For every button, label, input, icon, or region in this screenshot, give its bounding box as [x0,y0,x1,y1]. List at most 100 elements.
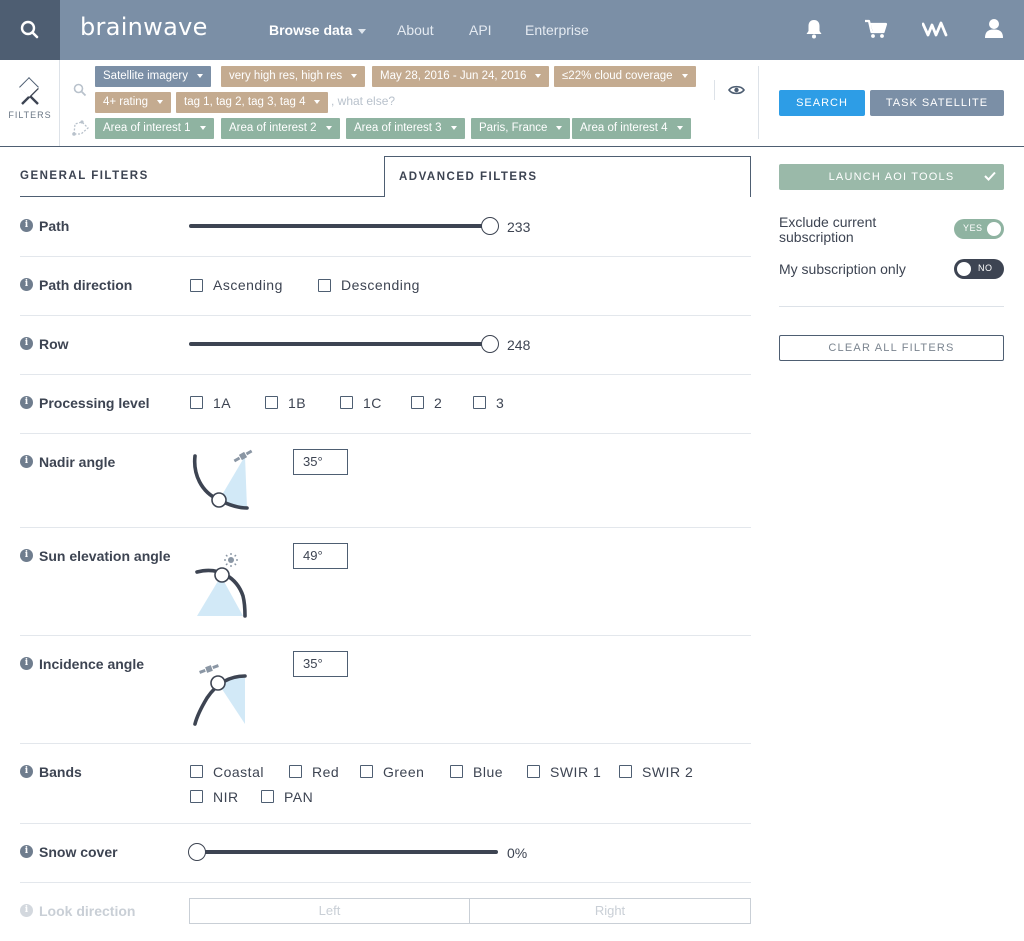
divider [20,374,751,375]
info-icon[interactable]: i [20,278,33,291]
band-swir2-checkbox[interactable] [619,765,632,778]
brand-logo[interactable]: brainwave [80,13,208,41]
nadir-angle-dial[interactable] [189,446,257,514]
aoi-tag-3[interactable]: Area of interest 3 [346,118,465,139]
filters-label: FILTERS [8,110,52,120]
row-slider-handle[interactable] [481,335,499,353]
look-left-option[interactable]: Left [189,898,470,924]
chevron-down-icon[interactable] [199,125,206,130]
nav-browse-data[interactable]: Browse data [269,22,367,38]
nav-about[interactable]: About [397,22,434,38]
chevron-down-icon[interactable] [351,73,358,78]
ascending-checkbox[interactable] [190,279,203,292]
level-3-checkbox[interactable] [473,396,486,409]
row-label: Row [39,336,69,352]
level-2-label: 2 [434,395,443,411]
eye-icon[interactable] [728,84,745,96]
my-subscription-toggle[interactable]: NO [954,259,1004,279]
sun-elevation-dial[interactable] [189,548,257,624]
search-submit-button[interactable]: SEARCH [779,90,865,116]
search-button[interactable] [0,0,60,60]
filter-tag-label: 4+ rating [103,96,149,108]
row-slider-track[interactable] [189,342,490,346]
info-icon[interactable]: i [20,845,33,858]
close-filters-button[interactable]: FILTERS [0,60,60,146]
band-green-label: Green [383,764,425,780]
level-1a-checkbox[interactable] [190,396,203,409]
divider [20,823,751,824]
nav-api[interactable]: API [469,22,492,38]
filter-tag-date-range[interactable]: May 28, 2016 - Jun 24, 2016 [372,66,550,87]
band-swir1-checkbox[interactable] [527,765,540,778]
path-label: Path [39,218,70,234]
level-1c-checkbox[interactable] [340,396,353,409]
band-pan-checkbox[interactable] [261,790,274,803]
tab-general-filters[interactable]: GENERAL FILTERS [20,156,384,197]
snow-cover-value: 0% [507,845,528,861]
nadir-angle-input[interactable]: 35° [293,449,348,475]
search-icon [20,20,39,39]
chevron-down-icon[interactable] [681,73,688,78]
exclude-subscription-label: Exclude current subscription [779,214,877,245]
exclude-subscription-toggle[interactable]: YES [954,219,1004,239]
aoi-tag-paris[interactable]: Paris, France [471,118,571,139]
nav-enterprise[interactable]: Enterprise [525,22,589,38]
info-icon[interactable]: i [20,455,33,468]
descending-label: Descending [341,277,420,293]
info-icon[interactable]: i [20,657,33,670]
checkmark-icon [984,171,996,181]
aoi-tag-2[interactable]: Area of interest 2 [221,118,340,139]
chevron-down-icon[interactable] [535,73,542,78]
band-blue-checkbox[interactable] [450,765,463,778]
aoi-tag-4[interactable]: Area of interest 4 [572,118,691,139]
filter-tag-data-type[interactable]: Satellite imagery [95,66,212,87]
sun-elevation-input[interactable]: 49° [293,543,348,569]
chevron-down-icon[interactable] [556,125,563,130]
level-1b-checkbox[interactable] [265,396,278,409]
snow-cover-slider-track[interactable] [197,850,498,854]
filter-tag-label: ≤22% cloud coverage [562,70,673,82]
chevron-down-icon[interactable] [325,125,332,130]
incidence-angle-dial[interactable] [189,656,257,732]
info-icon[interactable]: i [20,549,33,562]
clear-all-filters-button[interactable]: CLEAR ALL FILTERS [779,335,1004,361]
path-slider-track[interactable] [189,224,490,228]
incidence-angle-input[interactable]: 35° [293,651,348,677]
band-coastal-checkbox[interactable] [190,765,203,778]
level-2-checkbox[interactable] [411,396,424,409]
path-slider-handle[interactable] [481,217,499,235]
bell-icon[interactable] [804,18,824,40]
filter-tag-rating[interactable]: 4+ rating [95,92,172,113]
chevron-down-icon[interactable] [676,125,683,130]
filter-tag-cloud-coverage[interactable]: ≤22% cloud coverage [554,66,696,87]
band-nir-checkbox[interactable] [190,790,203,803]
descending-checkbox[interactable] [318,279,331,292]
band-swir1-label: SWIR 1 [550,764,602,780]
divider [20,315,751,316]
snow-cover-slider-handle[interactable] [188,843,206,861]
info-icon[interactable]: i [20,765,33,778]
cart-icon[interactable] [864,18,888,40]
filter-search-input[interactable]: , what else? [331,94,395,108]
info-icon[interactable]: i [20,904,33,917]
task-satellite-button[interactable]: TASK SATELLITE [870,90,1004,116]
look-right-option[interactable]: Right [469,898,751,924]
brand-mark-icon[interactable] [922,18,948,40]
area-draw-icon[interactable] [72,120,90,136]
user-icon[interactable] [984,18,1004,40]
filter-tag-resolution[interactable]: very high res, high res [221,66,366,87]
band-red-checkbox[interactable] [289,765,302,778]
chevron-down-icon[interactable] [314,99,321,104]
info-icon[interactable]: i [20,337,33,350]
chevron-down-icon[interactable] [450,125,457,130]
aoi-tag-1[interactable]: Area of interest 1 [95,118,214,139]
filter-tag-tags[interactable]: tag 1, tag 2, tag 3, tag 4 [176,92,329,113]
launch-aoi-tools-button[interactable]: LAUNCH AOI TOOLS [779,164,1004,190]
info-icon[interactable]: i [20,396,33,409]
aoi-tag-label: Area of interest 4 [580,122,668,134]
tab-advanced-filters[interactable]: ADVANCED FILTERS [384,156,751,197]
info-icon[interactable]: i [20,219,33,232]
band-green-checkbox[interactable] [360,765,373,778]
chevron-down-icon[interactable] [197,73,204,78]
chevron-down-icon[interactable] [157,99,164,104]
